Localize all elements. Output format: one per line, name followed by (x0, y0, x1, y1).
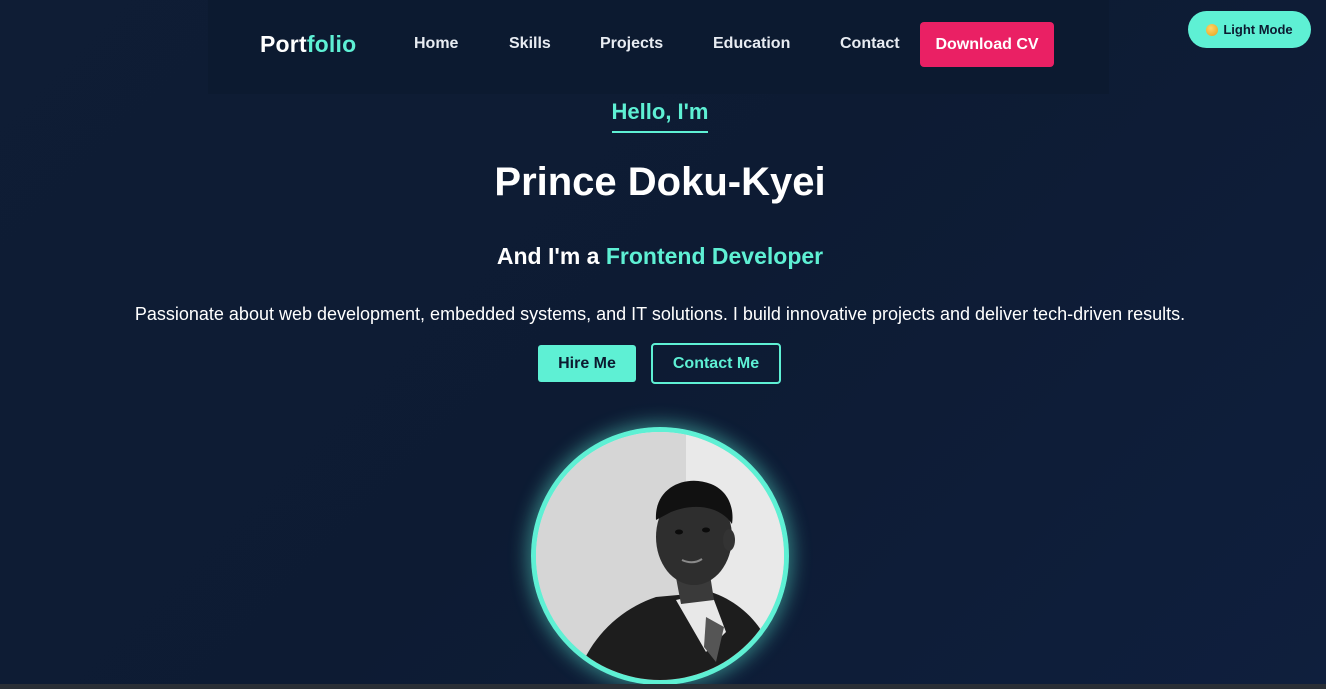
bottom-scrollbar (0, 684, 1326, 689)
logo-part-2: folio (306, 31, 357, 57)
nav-link-projects[interactable]: Projects (600, 35, 663, 53)
person-portrait-icon (536, 432, 784, 680)
contact-me-button[interactable]: Contact Me (651, 343, 781, 384)
logo-part-1: Port (260, 31, 307, 57)
role-highlight: Frontend Developer (605, 243, 824, 269)
download-cv-button[interactable]: Download CV (920, 22, 1054, 67)
hero-description: Passionate about web development, embedd… (134, 304, 1186, 324)
logo[interactable]: Portfolio (260, 31, 356, 58)
navbar: Portfolio Home Skills Projects Education… (208, 0, 1109, 94)
light-mode-toggle[interactable]: Light Mode (1188, 11, 1311, 48)
greeting-text: Hello, I'm (611, 99, 709, 133)
light-mode-label: Light Mode (1223, 22, 1293, 37)
hero-name: Prince Doku-Kyei (494, 160, 826, 204)
greeting: Hello, I'm (0, 99, 1320, 133)
role-prefix: And I'm a (496, 243, 606, 269)
nav-link-skills[interactable]: Skills (509, 35, 551, 53)
nav-link-home[interactable]: Home (414, 35, 458, 53)
profile-photo (531, 427, 789, 685)
sun-icon (1206, 23, 1219, 36)
hero-role: And I'm a Frontend Developer (0, 243, 1320, 270)
nav-link-contact[interactable]: Contact (840, 35, 900, 53)
nav-link-education[interactable]: Education (713, 35, 790, 53)
hire-me-button[interactable]: Hire Me (538, 345, 636, 382)
